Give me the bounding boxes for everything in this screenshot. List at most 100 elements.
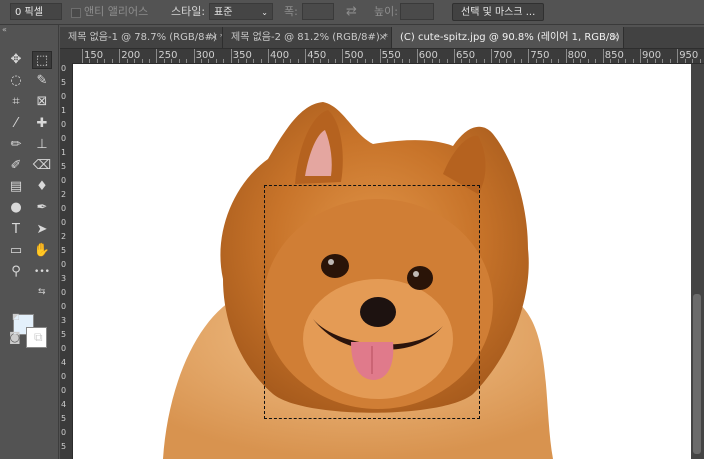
horizontal-ruler[interactable]: 150 200 250 300 350 400 450 500 550 600 650 700 750 8… — [72, 49, 704, 64]
ruler-minor-tick — [89, 59, 91, 63]
ruler-minor-tick — [617, 59, 619, 63]
width-label: 폭: — [284, 5, 298, 18]
ruler-minor-tick — [297, 59, 299, 63]
move-tool-icon[interactable]: ✥ — [6, 51, 26, 69]
ruler-minor-tick — [260, 59, 262, 63]
healing-brush-tool-icon[interactable]: ✚ — [32, 115, 52, 133]
tab-untitled-2[interactable]: 제목 없음-2 @ 81.2% (RGB/8#) * × — [223, 27, 392, 48]
scrollbar-thumb[interactable] — [693, 294, 701, 454]
ruler-label: 300 — [195, 50, 215, 61]
default-colors-icon[interactable]: ◩ — [12, 312, 20, 321]
ruler-minor-tick — [498, 59, 500, 63]
ruler-minor-tick — [550, 59, 552, 63]
ruler-minor-tick — [208, 59, 210, 63]
ruler-tick — [156, 49, 158, 63]
ruler-minor-tick — [223, 59, 225, 63]
ruler-minor-tick — [186, 59, 188, 63]
ruler-minor-tick — [171, 59, 173, 63]
ruler-minor-tick — [506, 59, 508, 63]
feather-input[interactable]: 0 픽셀 — [10, 3, 62, 20]
ruler-minor-tick — [253, 59, 255, 63]
rect-marquee-tool-icon[interactable]: ⬚ — [32, 51, 52, 69]
collapse-icon[interactable]: « — [2, 25, 7, 34]
frame-tool-icon[interactable]: ⊠ — [32, 93, 52, 111]
ruler-digit: 0 — [61, 260, 67, 269]
ruler-minor-tick — [394, 59, 396, 63]
quick-mask-icon[interactable]: ◙ — [9, 330, 21, 344]
document-canvas[interactable] — [73, 64, 691, 459]
width-input[interactable] — [302, 3, 334, 20]
ruler-minor-tick — [424, 59, 426, 63]
close-icon[interactable]: × — [379, 27, 387, 48]
hand-tool-icon[interactable]: ✋ — [32, 242, 52, 260]
dodge-tool-icon[interactable]: ● — [6, 199, 26, 217]
ruler-digit: 0 — [61, 92, 67, 101]
ruler-minor-tick — [364, 59, 366, 63]
style-select[interactable]: 표준 ⌄ — [209, 3, 273, 20]
ruler-minor-tick — [178, 59, 180, 63]
ruler-minor-tick — [96, 59, 98, 63]
ruler-digit: 0 — [61, 386, 67, 395]
height-input[interactable] — [400, 3, 434, 20]
screen-mode-icon[interactable]: ⧉ — [34, 330, 43, 345]
ruler-minor-tick — [595, 59, 597, 63]
shape-tool-icon[interactable]: ▭ — [6, 242, 26, 260]
ruler-label: 150 — [84, 50, 104, 61]
eraser-tool-icon[interactable]: ⌫ — [32, 157, 52, 175]
ruler-minor-tick — [692, 59, 694, 63]
antialias-checkbox[interactable] — [71, 8, 81, 18]
ruler-minor-tick — [282, 59, 284, 63]
ruler-tick — [528, 49, 530, 63]
ruler-minor-tick — [632, 59, 634, 63]
close-icon[interactable]: × — [611, 27, 619, 48]
ruler-digit: 5 — [61, 330, 67, 339]
swap-colors-icon[interactable]: ⇆ — [38, 287, 46, 297]
ruler-minor-tick — [520, 59, 522, 63]
ruler-minor-tick — [699, 59, 701, 63]
ruler-minor-tick — [357, 59, 359, 63]
rectangular-selection[interactable] — [264, 185, 480, 419]
select-and-mask-button[interactable]: 선택 및 마스크 ... — [452, 3, 545, 21]
ruler-minor-tick — [245, 59, 247, 63]
chevron-down-icon: ⌄ — [261, 8, 268, 17]
ruler-digit: 4 — [61, 400, 67, 409]
brush-tool-icon[interactable]: ✏ — [6, 136, 26, 154]
height-label: 높이: — [374, 5, 398, 18]
close-icon[interactable]: × — [210, 27, 218, 48]
type-tool-icon[interactable]: T — [6, 221, 26, 239]
ruler-tick — [379, 49, 381, 63]
ruler-minor-tick — [327, 59, 329, 63]
history-brush-tool-icon[interactable]: ✐ — [6, 157, 26, 175]
blur-tool-icon[interactable]: ♦ — [32, 178, 52, 196]
more-tools-icon[interactable]: ••• — [32, 263, 52, 281]
lasso-tool-icon[interactable]: ◌ — [6, 72, 26, 90]
ruler-label: 400 — [270, 50, 290, 61]
pen-tool-icon[interactable]: ✒ — [32, 199, 52, 217]
swap-dimensions-icon[interactable]: ⇄ — [346, 0, 357, 24]
ruler-digit: 3 — [61, 316, 67, 325]
quick-select-tool-icon[interactable]: ✎ — [32, 72, 52, 90]
zoom-tool-icon[interactable]: ⚲ — [6, 263, 26, 281]
tab-cute-spitz[interactable]: (C) cute-spitz.jpg @ 90.8% (레이어 1, RGB/8… — [392, 27, 624, 48]
crop-tool-icon[interactable]: ⌗ — [6, 93, 26, 111]
clone-stamp-tool-icon[interactable]: ⊥ — [32, 136, 52, 154]
ruler-minor-tick — [126, 59, 128, 63]
ruler-digit: 5 — [61, 246, 67, 255]
ruler-label: 250 — [158, 50, 178, 61]
ruler-label: 650 — [456, 50, 476, 61]
ruler-minor-tick — [543, 59, 545, 63]
ruler-label: 350 — [232, 50, 252, 61]
gradient-tool-icon[interactable]: ▤ — [6, 178, 26, 196]
vertical-ruler[interactable]: 0 5 0 1 0 0 1 5 0 2 0 0 2 5 0 3 0 0 3 5 0 4 0 0 4 5 0 5 — [60, 63, 73, 459]
path-select-tool-icon[interactable]: ➤ — [32, 221, 52, 239]
ruler-minor-tick — [625, 59, 627, 63]
ruler-minor-tick — [215, 59, 217, 63]
eyedropper-tool-icon[interactable]: ⁄ — [6, 115, 26, 133]
ruler-label: 950 — [679, 50, 699, 61]
vertical-scrollbar[interactable] — [691, 64, 704, 459]
ruler-label: 600 — [418, 50, 438, 61]
style-select-value: 표준 — [214, 7, 233, 18]
ruler-minor-tick — [275, 59, 277, 63]
tab-untitled-1[interactable]: 제목 없음-1 @ 78.7% (RGB/8#) * × — [60, 27, 223, 48]
ruler-minor-tick — [654, 59, 656, 63]
